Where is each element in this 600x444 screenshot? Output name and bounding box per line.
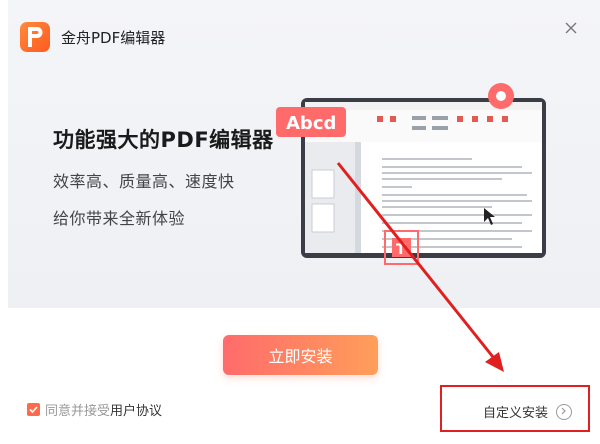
- svg-text:Abcd: Abcd: [286, 113, 336, 134]
- install-button[interactable]: 立即安装: [223, 335, 378, 375]
- installer-window: 金舟PDF编辑器 功能强大的PDF编辑器 效率高、质量高、速度快 给你带来全新体…: [0, 0, 600, 444]
- agree-checkbox[interactable]: [27, 403, 40, 416]
- app-logo-icon: [20, 22, 50, 52]
- agreement-row: 同意并接受 用户协议: [27, 400, 162, 419]
- tagline-2: 给你带来全新体验: [53, 209, 186, 228]
- user-agreement-link[interactable]: 用户协议: [110, 400, 162, 419]
- close-icon[interactable]: [561, 18, 581, 38]
- custom-install-label: 自定义安装: [483, 406, 549, 421]
- agree-label: 同意并接受: [45, 404, 111, 419]
- headline: 功能强大的PDF编辑器: [53, 128, 274, 152]
- tagline-1: 效率高、质量高、速度快: [53, 172, 235, 191]
- chevron-right-icon: [556, 403, 573, 420]
- title-bar: 金舟PDF编辑器: [0, 0, 600, 70]
- product-illustration: Abcd T: [276, 83, 546, 265]
- custom-install-button[interactable]: 自定义安装: [483, 402, 573, 421]
- svg-text:T: T: [396, 242, 406, 258]
- app-title: 金舟PDF编辑器: [61, 29, 166, 47]
